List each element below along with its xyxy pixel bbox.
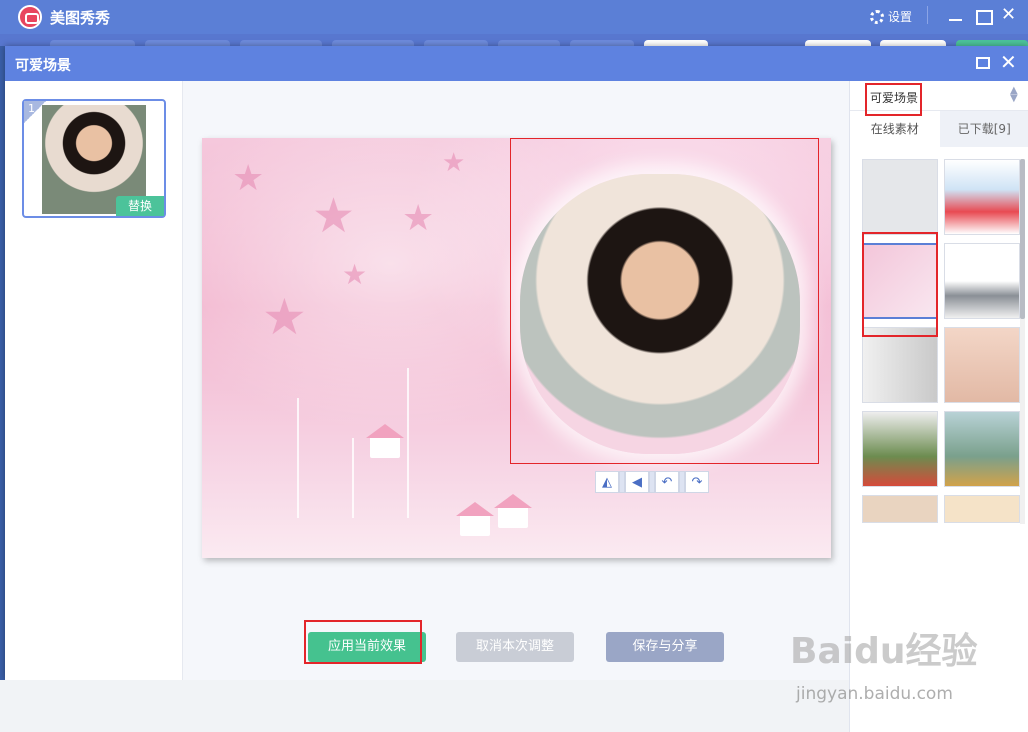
gear-icon (870, 9, 884, 24)
material-tile[interactable] (944, 159, 1020, 235)
cancel-adjust-button[interactable]: 取消本次调整 (456, 632, 574, 662)
material-tile[interactable] (862, 159, 938, 235)
updown-chevron-icon: ▲ ▼ (1010, 85, 1018, 104)
titlebar-divider (927, 6, 928, 24)
rotate-left-icon[interactable]: ↶ (655, 471, 679, 493)
decor-star-icon: ★ (312, 188, 356, 244)
material-tile[interactable] (944, 411, 1020, 487)
watermark-logo: Baidu经验 (790, 631, 978, 672)
photo-thumbnail[interactable]: 1 替换 (22, 99, 166, 218)
material-scrollbar[interactable] (1020, 159, 1025, 524)
decor-star-icon: ★ (232, 158, 265, 199)
decor-tree (352, 438, 354, 518)
highlight-box (865, 83, 922, 116)
decor-tree (297, 398, 299, 518)
photo-transform-toolbar: ◭ ◀ ↶ ↷ (595, 471, 709, 493)
decor-star-icon: ★ (402, 198, 435, 239)
minimize-button[interactable] (948, 8, 964, 24)
decor-tree (407, 368, 409, 518)
app-logo-icon (18, 5, 42, 29)
close-app-button[interactable]: ✕ (1001, 6, 1017, 24)
scrollbar-thumb[interactable] (1020, 159, 1025, 319)
dialog-header: 可爱场景 ✕ (5, 46, 1028, 81)
save-share-button[interactable]: 保存与分享 (606, 632, 724, 662)
decor-star-icon: ★ (262, 288, 307, 346)
app-title: 美图秀秀 (50, 9, 111, 27)
highlight-box (304, 620, 422, 664)
decor-house (494, 494, 532, 528)
settings-button[interactable]: 设置 (870, 8, 912, 25)
replace-photo-button[interactable]: 替换 (116, 196, 164, 216)
rotate-right-icon[interactable]: ↷ (685, 471, 709, 493)
material-tile[interactable] (944, 495, 1020, 523)
dialog-maximize-button[interactable] (976, 57, 990, 69)
material-tile[interactable] (862, 495, 938, 523)
tab-downloaded[interactable]: 已下载[9] (939, 111, 1028, 147)
desktop-background (0, 680, 849, 732)
tab-online[interactable]: 在线素材 (850, 111, 940, 147)
decor-star-icon: ★ (442, 148, 466, 178)
highlight-box (862, 232, 938, 337)
dialog-close-button[interactable]: ✕ (1000, 51, 1017, 73)
settings-label: 设置 (888, 10, 913, 24)
material-tile[interactable] (862, 327, 938, 403)
photo-index: 1 (24, 101, 46, 123)
material-tabs: 在线素材 已下载[9] (850, 111, 1028, 147)
material-tile[interactable] (944, 243, 1020, 319)
material-tile[interactable] (862, 411, 938, 487)
dialog-title: 可爱场景 (15, 58, 71, 74)
app-titlebar: 美图秀秀 设置 ✕ (0, 0, 1028, 34)
watermark-url: jingyan.baidu.com (796, 684, 953, 704)
decor-star-icon: ★ (342, 258, 368, 291)
scene-canvas[interactable]: ★ ★ ★ ★ ★ ★ (202, 138, 831, 558)
decor-house (456, 502, 494, 536)
flip-horizontal-icon[interactable]: ◭ (595, 471, 619, 493)
flip-vertical-icon[interactable]: ◀ (625, 471, 649, 493)
photo-selection-box[interactable] (510, 138, 819, 464)
decor-house (366, 424, 404, 458)
maximize-button[interactable] (975, 8, 993, 25)
photo-list-panel: 1 替换 (5, 81, 183, 680)
material-tile[interactable] (944, 327, 1020, 403)
